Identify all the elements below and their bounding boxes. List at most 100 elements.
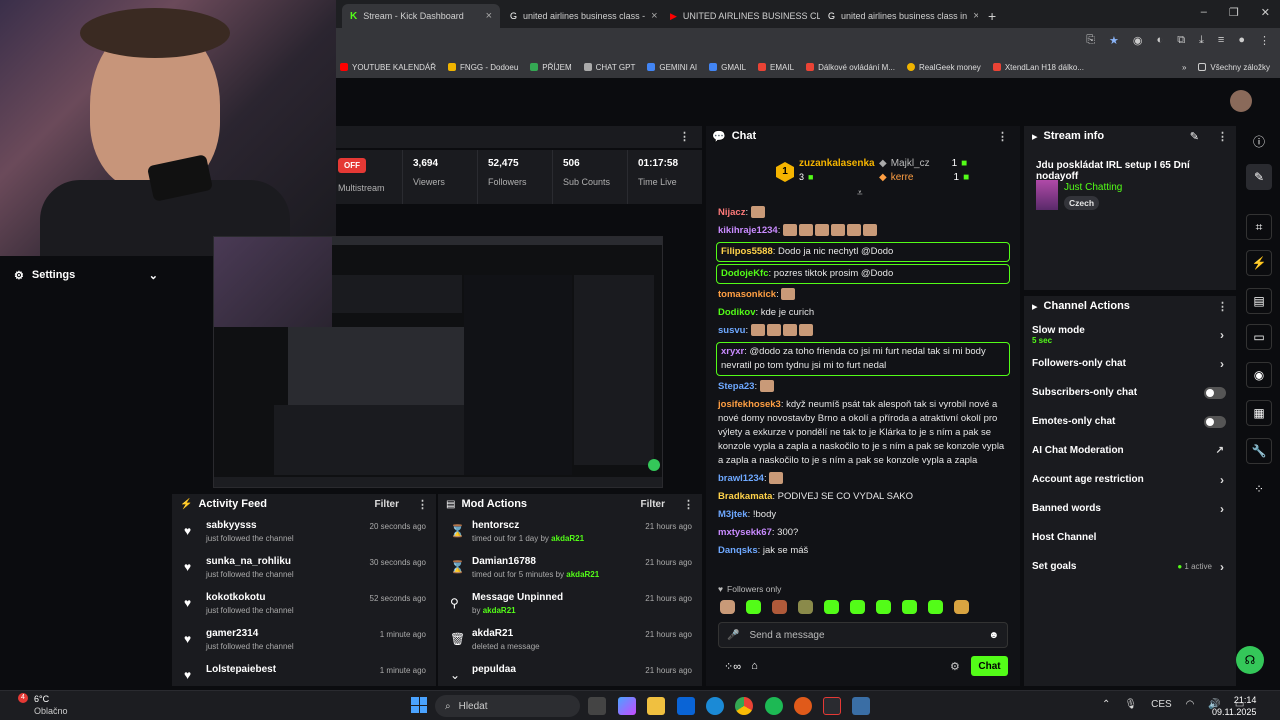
bookmark-item[interactable]: PŘÍJEM <box>530 63 572 72</box>
category-thumbnail[interactable] <box>1036 180 1058 210</box>
puzzle-icon[interactable]: ⧉ <box>1177 34 1185 47</box>
clipboard-icon[interactable]: ▤ <box>1246 288 1272 314</box>
extension-icon[interactable]: ◉ <box>1133 34 1143 47</box>
extension-icon[interactable]: ◐ <box>1157 34 1164 47</box>
chat-username[interactable]: kikihraje1234 <box>718 225 778 236</box>
bookmark-item[interactable]: FNGG - Dodoeu <box>448 63 518 72</box>
more-icon[interactable]: ⋮ <box>1217 130 1228 143</box>
account-age-row[interactable]: Account age restriction › <box>1024 465 1236 494</box>
calculator-icon[interactable] <box>852 697 870 715</box>
store-icon[interactable]: ⌂ <box>751 660 758 673</box>
chevron-down-icon[interactable]: ⌄ <box>149 269 158 282</box>
bookmark-item[interactable]: YOUTUBE KALENDÁŘ <box>340 63 436 72</box>
emote-icon[interactable] <box>746 600 761 614</box>
set-goals-row[interactable]: Set goals ● 1 active › <box>1024 552 1236 581</box>
tab-google-2[interactable]: G united airlines business class in × <box>820 4 978 28</box>
chat-username[interactable]: xryxr <box>721 346 744 357</box>
emotes-only-toggle[interactable] <box>1204 415 1226 428</box>
support-icon[interactable]: ☊ <box>1236 646 1264 674</box>
leader-name[interactable]: Majkl_cz <box>891 158 930 169</box>
leader-name[interactable]: kerre <box>891 172 914 183</box>
filter-button[interactable]: Filter <box>375 499 399 510</box>
emote-icon[interactable] <box>772 600 787 614</box>
tab-google-1[interactable]: G united airlines business class - × <box>502 4 660 28</box>
more-icon[interactable]: ⋮ <box>683 498 694 511</box>
bookmark-item[interactable]: XtendLan H18 dálko... <box>992 63 1084 72</box>
settings-bar[interactable]: ⚙ Settings ⌄ <box>0 262 170 288</box>
tab-kick-dashboard[interactable]: K Stream - Kick Dashboard × <box>342 4 500 28</box>
chat-username[interactable]: Bradkamata <box>718 491 772 502</box>
microphone-icon[interactable]: 🎙 <box>1124 699 1137 710</box>
all-bookmarks[interactable]: Všechny záložky <box>1198 63 1270 72</box>
slow-mode-row[interactable]: Slow mode 5 sec › <box>1024 320 1236 349</box>
menu-icon[interactable]: ⋮ <box>1259 34 1270 47</box>
minimize-icon[interactable]: – <box>1201 6 1207 19</box>
windows-start-icon[interactable] <box>411 697 427 713</box>
close-icon[interactable]: × <box>973 10 978 22</box>
more-icon[interactable]: ⋮ <box>1217 300 1228 313</box>
wifi-icon[interactable]: ◠ <box>1186 699 1195 710</box>
chat-icon[interactable]: ▭ <box>1246 324 1272 350</box>
layout-icon[interactable]: ▦ <box>1246 400 1272 426</box>
moderator-name[interactable]: akdaR21 <box>483 606 516 615</box>
bolt-icon[interactable]: ⚡ <box>1246 250 1272 276</box>
obs-icon[interactable] <box>823 697 841 715</box>
more-bookmarks[interactable]: » <box>1182 63 1186 72</box>
emote-icon[interactable] <box>720 600 735 614</box>
chat-username[interactable]: DodojeKfc <box>721 268 769 279</box>
task-view-icon[interactable] <box>588 697 606 715</box>
apps-icon[interactable]: ⁘ <box>1246 476 1272 502</box>
banned-words-row[interactable]: Banned words › <box>1024 494 1236 523</box>
bookmark-item[interactable]: CHAT GPT <box>583 63 635 72</box>
host-channel-row[interactable]: Host Channel <box>1024 523 1236 552</box>
star-icon[interactable]: ★ <box>1109 34 1119 47</box>
chat-username[interactable]: Stepa23 <box>718 381 754 392</box>
microphone-icon[interactable]: 🎤 <box>727 630 739 641</box>
emote-icon[interactable] <box>928 600 943 614</box>
close-icon[interactable]: × <box>651 10 657 22</box>
app-icon[interactable] <box>794 697 812 715</box>
bookmark-item[interactable]: GMAIL <box>709 63 746 72</box>
chat-username[interactable]: Filipos5588 <box>721 246 773 257</box>
outlook-icon[interactable] <box>677 697 695 715</box>
scan-icon[interactable]: ⌗ <box>1246 214 1272 240</box>
close-window-icon[interactable]: ✕ <box>1261 6 1270 19</box>
stream-preview[interactable] <box>213 236 663 488</box>
info-icon[interactable]: ⓘ <box>1246 128 1272 154</box>
emote-icon[interactable] <box>902 600 917 614</box>
clock[interactable]: 21:14 09.11.2025 <box>1212 694 1256 718</box>
collapse-icon[interactable]: ⩡ <box>857 188 863 199</box>
send-chat-button[interactable]: Chat <box>971 656 1008 676</box>
language-indicator[interactable]: CES <box>1151 699 1172 710</box>
points-icon[interactable]: ⁘∞ <box>724 660 741 673</box>
media-icon[interactable]: ≡ <box>1218 34 1224 47</box>
subscribers-only-toggle[interactable] <box>1204 386 1226 399</box>
category-link[interactable]: Just Chatting <box>1064 182 1122 193</box>
emoji-icon[interactable]: ☻ <box>988 630 999 641</box>
emote-icon[interactable] <box>798 600 813 614</box>
download-icon[interactable]: ⤓ <box>1199 34 1204 47</box>
taskbar-search[interactable]: ⌕ Hledat <box>435 695 580 717</box>
chat-username[interactable]: josifekhosek3 <box>718 399 781 410</box>
stat-multistream[interactable]: OFF Multistream <box>336 150 402 204</box>
new-tab-button[interactable]: + <box>980 4 1000 28</box>
bookmark-item[interactable]: Dálkové ovládání M... <box>806 63 895 72</box>
emote-icon[interactable] <box>876 600 891 614</box>
emote-icon[interactable] <box>954 600 969 614</box>
chat-username[interactable]: M3jtek <box>718 509 748 520</box>
more-icon[interactable]: ⋮ <box>997 130 1008 143</box>
moderator-name[interactable]: akdaR21 <box>566 570 599 579</box>
broadcast-icon[interactable]: ◉ <box>1246 362 1272 388</box>
spotify-icon[interactable] <box>765 697 783 715</box>
leader-name[interactable]: zuzankalasenka <box>799 158 875 169</box>
translate-icon[interactable]: ⎘ <box>1086 34 1095 47</box>
moderator-name[interactable]: akdaR21 <box>551 534 584 543</box>
gear-icon[interactable]: ⚙ <box>950 660 960 673</box>
chat-username[interactable]: tomasonkick <box>718 289 776 300</box>
tab-youtube[interactable]: ▶ UNITED AIRLINES BUSINESS CL × <box>662 4 820 28</box>
ai-moderation-row[interactable]: AI Chat Moderation ↗ <box>1024 436 1236 465</box>
bookmark-item[interactable]: RealGeek money <box>907 63 981 72</box>
chat-username[interactable]: mxtysekk67 <box>718 527 772 538</box>
chat-username[interactable]: Danqsks <box>718 545 758 556</box>
bookmark-item[interactable]: EMAIL <box>758 63 794 72</box>
